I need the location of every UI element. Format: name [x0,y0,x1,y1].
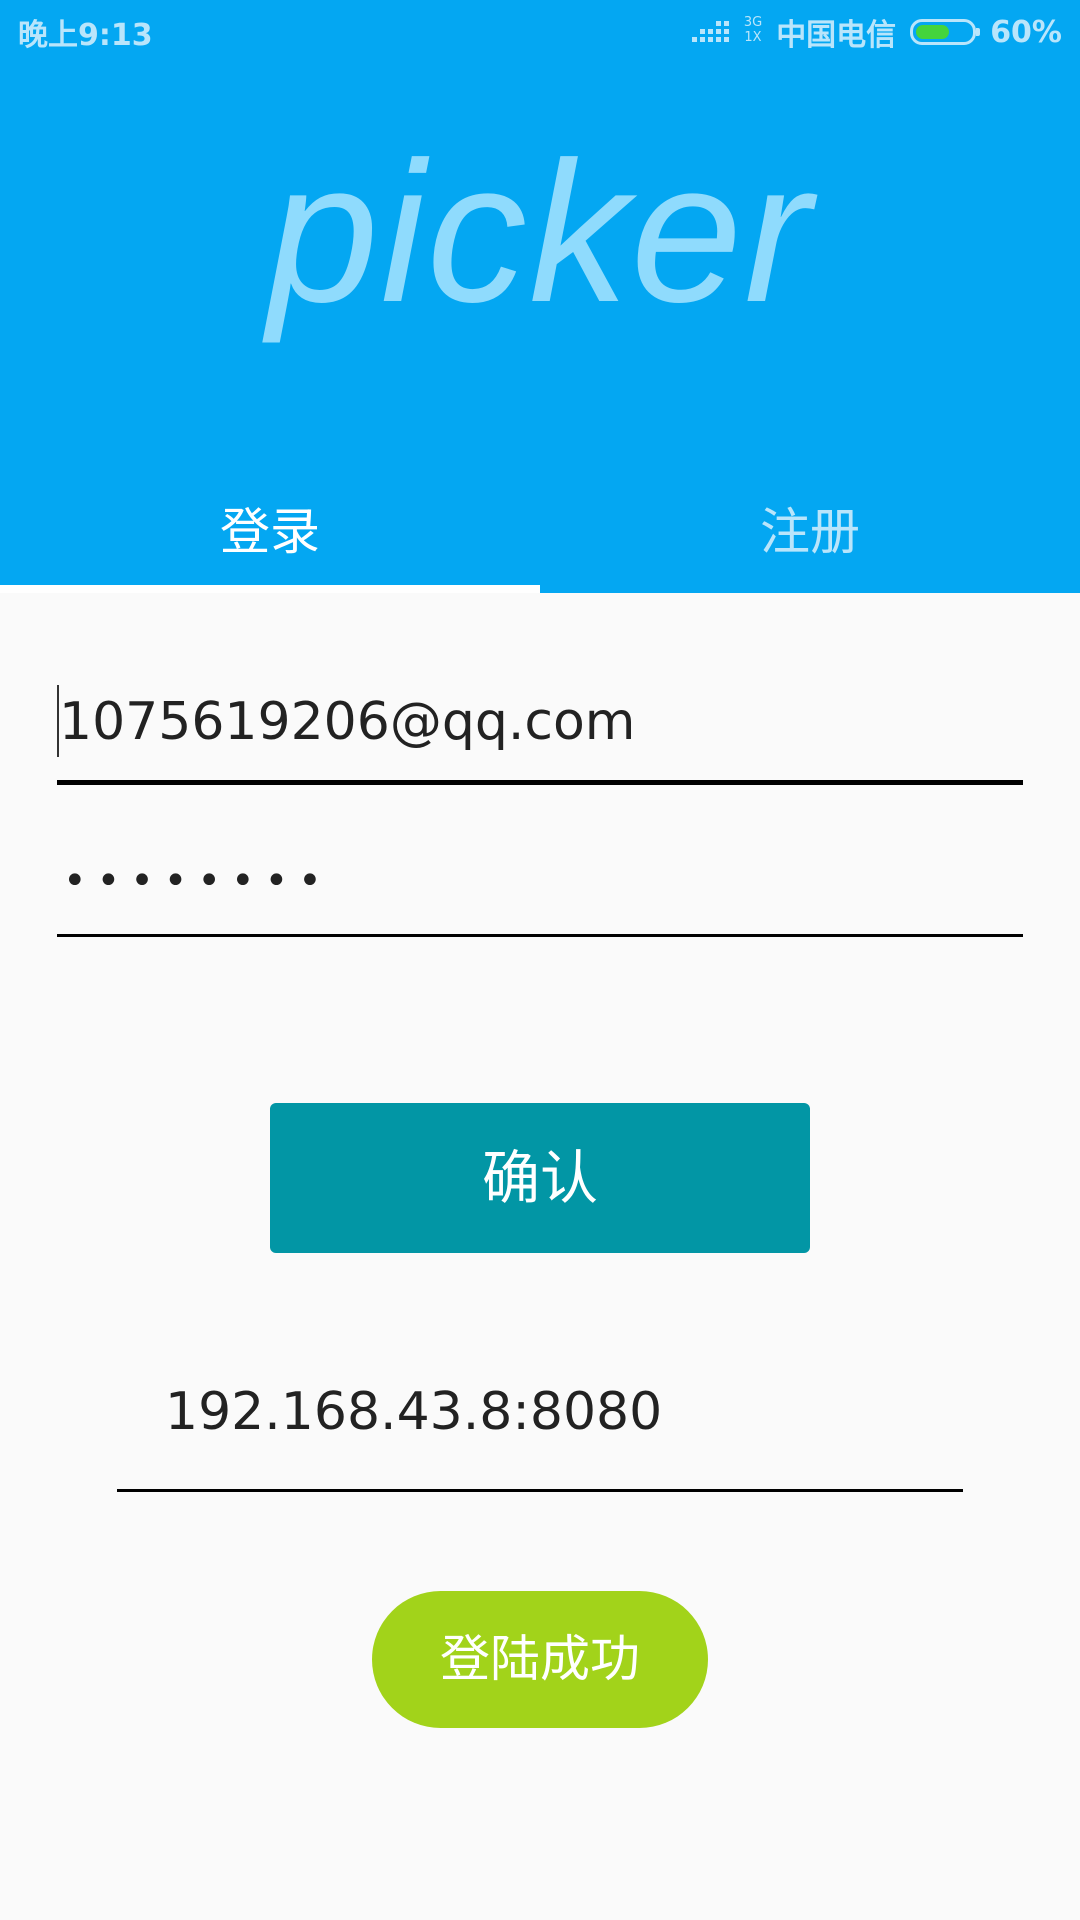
server-address-value: 192.168.43.8:8080 [165,1382,663,1442]
server-address-field[interactable]: 192.168.43.8:8080 [117,1370,963,1492]
tab-register[interactable]: 注册 [540,488,1080,593]
email-field[interactable]: 1075619206@qq.com [57,680,1023,785]
tab-login-label: 登录 [220,503,320,561]
confirm-button[interactable]: 确认 [270,1103,810,1253]
status-right: 3G 1X 中国电信 60% [692,10,1062,54]
signal-bars [692,21,730,42]
app-logo: picker [267,121,813,344]
battery-fill [916,25,949,39]
battery-percent: 60% [990,14,1062,50]
battery-icon [910,19,981,45]
tab-login[interactable]: 登录 [0,488,540,593]
email-value: 1075619206@qq.com [59,692,636,752]
login-success-button[interactable]: 登陆成功 [372,1591,708,1728]
status-time: 晚上9:13 [18,18,153,53]
tab-register-label: 注册 [760,503,860,561]
server-underline [117,1489,963,1492]
tab-indicator [0,585,540,593]
password-value: •••••••• [63,858,332,904]
signal-icon: 3G 1X [692,15,762,49]
network-type: 3G 1X [743,15,763,45]
status-bar: 晚上9:13 3G 1X 中国电信 60% [0,0,1080,58]
email-underline [57,780,1023,785]
carrier-name: 中国电信 [776,18,897,53]
app-header: picker 登录 注册 [0,58,1080,593]
login-screen: 晚上9:13 3G 1X 中国电信 60% picker 登录 注册 10756… [0,0,1080,1920]
tab-bar: 登录 注册 [0,488,1080,593]
password-field[interactable]: •••••••• [57,840,1023,940]
password-underline [57,934,1023,937]
